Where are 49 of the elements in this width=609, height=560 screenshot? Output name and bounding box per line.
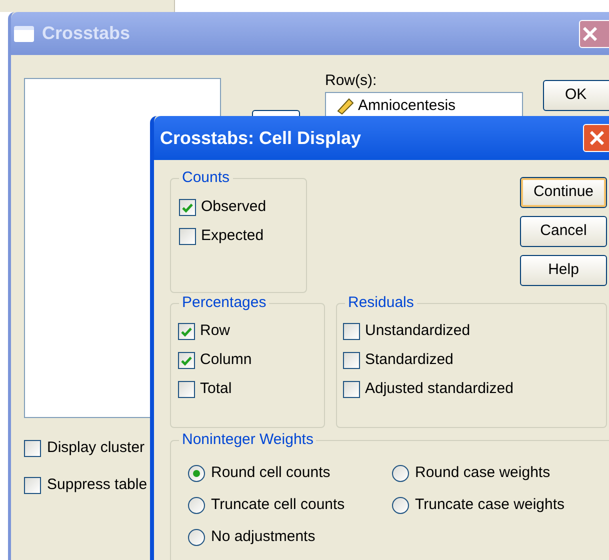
close-button[interactable] xyxy=(579,20,609,48)
checkbox[interactable] xyxy=(178,323,195,340)
row-label: Row(s): xyxy=(325,71,378,91)
option-label: No adjustments xyxy=(211,526,316,547)
ok-button[interactable]: OK xyxy=(543,80,609,111)
window-icon xyxy=(14,26,34,42)
dialog-button[interactable]: Continue xyxy=(520,177,607,208)
option-label: Row xyxy=(200,321,230,342)
checkbox[interactable] xyxy=(179,228,196,245)
close-icon xyxy=(583,26,597,40)
dialog-button[interactable]: Cancel xyxy=(520,216,607,247)
checkbox[interactable] xyxy=(343,352,360,369)
radio-button[interactable] xyxy=(188,528,205,546)
window-title: Crosstabs xyxy=(42,22,130,45)
checkbox[interactable] xyxy=(24,440,41,456)
close-icon xyxy=(590,131,604,145)
option-label: Truncate case weights xyxy=(415,494,565,515)
ruler-icon xyxy=(336,97,354,116)
option-label: Adjusted standardized xyxy=(365,379,514,400)
option-label: Expected xyxy=(201,226,264,246)
dialog-button[interactable]: Help xyxy=(520,255,607,286)
checkbox[interactable] xyxy=(179,199,196,216)
check-icon xyxy=(181,326,192,336)
list-item: Amniocentesis xyxy=(358,96,456,116)
check-icon xyxy=(181,356,192,366)
checkbox[interactable] xyxy=(178,352,195,369)
move-button[interactable] xyxy=(252,110,300,116)
group-title: Noninteger Weights xyxy=(179,430,316,450)
dialog-title: Crosstabs: Cell Display xyxy=(160,126,362,150)
check-icon xyxy=(182,202,193,212)
checkbox[interactable] xyxy=(24,476,41,494)
checkbox[interactable] xyxy=(343,323,360,340)
radio-button[interactable] xyxy=(188,464,205,482)
option-label: Unstandardized xyxy=(365,321,470,342)
checkbox[interactable] xyxy=(343,381,360,398)
option-label: Round cell counts xyxy=(211,462,330,483)
radio-button[interactable] xyxy=(392,464,409,482)
option-label: Column xyxy=(200,350,252,370)
radio-button[interactable] xyxy=(392,496,409,514)
option-label: Observed xyxy=(201,197,266,218)
option-label: Truncate cell counts xyxy=(211,494,345,515)
option-label: Suppress table xyxy=(47,474,148,495)
option-label: Total xyxy=(200,379,232,400)
radio-button[interactable] xyxy=(188,496,205,514)
option-label: Display cluster xyxy=(47,438,145,458)
option-label: Round case weights xyxy=(415,462,550,483)
close-button[interactable] xyxy=(583,124,609,152)
checkbox[interactable] xyxy=(178,381,195,398)
option-label: Standardized xyxy=(365,350,454,370)
